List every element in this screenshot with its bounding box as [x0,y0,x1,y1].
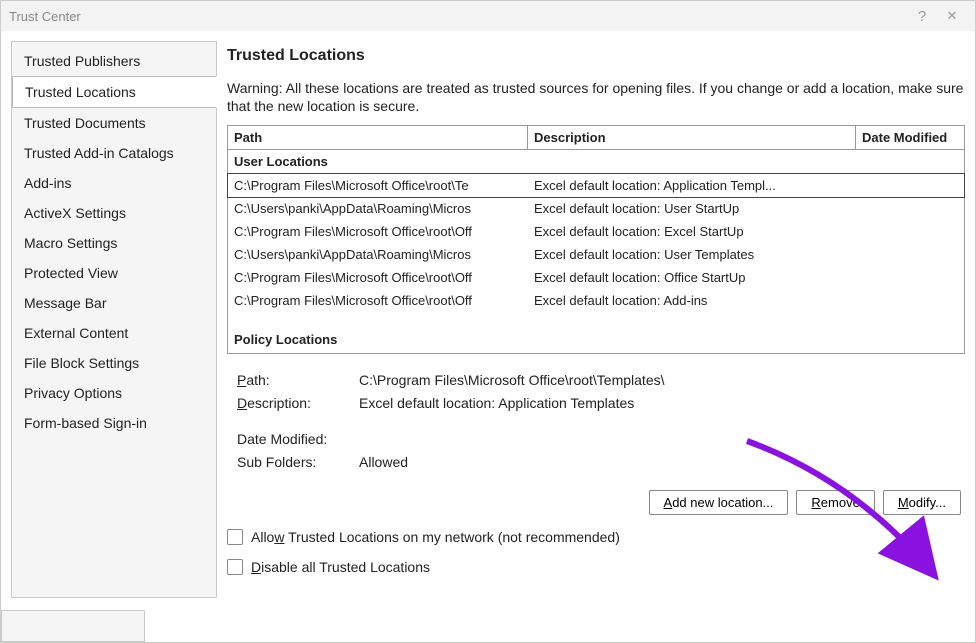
cell-path: C:\Program Files\Microsoft Office\root\O… [234,270,534,285]
window-title: Trust Center [9,9,907,24]
detail-path-value: C:\Program Files\Microsoft Office\root\T… [359,372,965,388]
allow-network-label: Allow Trusted Locations on my network (n… [251,529,620,545]
allow-network-row: Allow Trusted Locations on my network (n… [227,525,965,545]
warning-text: Warning: All these locations are treated… [227,79,965,115]
cell-description: Excel default location: Add-ins [534,293,850,308]
btn-modify-suffix: odify... [909,495,946,510]
cell-path: C:\Program Files\Microsoft Office\root\O… [234,293,534,308]
annotation-highlight [1,610,145,642]
cell-path: C:\Users\panki\AppData\Roaming\Micros [234,201,534,216]
sidebar-item-activex-settings[interactable]: ActiveX Settings [12,198,216,228]
disable-all-checkbox[interactable] [227,559,243,575]
trust-center-dialog: Trust Center ? ✕ Trusted PublishersTrust… [0,0,976,643]
table-row[interactable]: C:\Users\panki\AppData\Roaming\MicrosExc… [228,197,964,220]
sidebar-item-macro-settings[interactable]: Macro Settings [12,228,216,258]
page-heading: Trusted Locations [227,47,965,65]
sidebar-item-trusted-publishers[interactable]: Trusted Publishers [12,46,216,76]
cell-date [850,270,958,285]
table-row[interactable]: C:\Users\panki\AppData\Roaming\MicrosExc… [228,243,964,266]
main-panel: Trusted Locations Warning: All these loc… [227,41,965,598]
help-icon[interactable]: ? [907,8,937,25]
sidebar-item-protected-view[interactable]: Protected View [12,258,216,288]
sidebar-item-message-bar[interactable]: Message Bar [12,288,216,318]
close-icon[interactable]: ✕ [937,8,967,24]
detail-description-label: Description: [237,395,357,411]
col-date-modified[interactable]: Date Modified [856,126,964,149]
group-user-locations: User Locations [228,150,964,174]
sidebar-item-trusted-locations[interactable]: Trusted Locations [12,76,217,108]
col-description[interactable]: Description [528,126,856,149]
cell-date [850,201,958,216]
detail-date-value [359,431,965,447]
sidebar-item-trusted-documents[interactable]: Trusted Documents [12,108,216,138]
sidebar-item-file-block-settings[interactable]: File Block Settings [12,348,216,378]
disable-all-label: Disable all Trusted Locations [251,559,430,575]
detail-date-label: Date Modified: [237,431,357,447]
sidebar: Trusted PublishersTrusted LocationsTrust… [11,41,217,598]
content-area: Trusted PublishersTrusted LocationsTrust… [1,31,975,610]
cell-date [850,247,958,262]
table-row[interactable]: C:\Program Files\Microsoft Office\root\O… [228,289,964,312]
table-row[interactable]: C:\Program Files\Microsoft Office\root\O… [228,266,964,289]
cell-path: C:\Program Files\Microsoft Office\root\O… [234,224,534,239]
remove-button[interactable]: Remove [796,490,874,515]
table-row[interactable]: C:\Program Files\Microsoft Office\root\O… [228,220,964,243]
detail-path-label: Path: [237,372,357,388]
sidebar-item-form-based-sign-in[interactable]: Form-based Sign-in [12,408,216,438]
cell-description: Excel default location: Excel StartUp [534,224,850,239]
sidebar-item-privacy-options[interactable]: Privacy Options [12,378,216,408]
sidebar-item-add-ins[interactable]: Add-ins [12,168,216,198]
btn-remove-suffix: emove [821,495,860,510]
table-row[interactable]: C:\Program Files\Microsoft Office\root\T… [227,173,965,198]
add-new-location-button[interactable]: Add new location... [649,490,789,515]
sidebar-item-trusted-add-in-catalogs[interactable]: Trusted Add-in Catalogs [12,138,216,168]
modify-button[interactable]: Modify... [883,490,961,515]
locations-table: Path Description Date Modified User Loca… [227,125,965,354]
cell-path: C:\Program Files\Microsoft Office\root\T… [234,178,534,193]
titlebar: Trust Center ? ✕ [1,1,975,31]
cell-description: Excel default location: Office StartUp [534,270,850,285]
btn-add-suffix: dd new location... [672,495,773,510]
detail-description-value: Excel default location: Application Temp… [359,395,965,411]
sidebar-item-external-content[interactable]: External Content [12,318,216,348]
detail-subfolders-value: Allowed [359,454,965,470]
cell-description: Excel default location: User StartUp [534,201,850,216]
cell-date [850,224,958,239]
group-policy-locations: Policy Locations [228,312,964,353]
cell-description: Excel default location: Application Temp… [534,178,850,193]
disable-all-row: Disable all Trusted Locations [227,555,965,575]
col-path[interactable]: Path [228,126,528,149]
cell-date [850,293,958,308]
cell-path: C:\Users\panki\AppData\Roaming\Micros [234,247,534,262]
detail-subfolders-label: Sub Folders: [237,454,357,470]
selected-location-details: Path: C:\Program Files\Microsoft Office\… [227,372,965,470]
allow-network-checkbox[interactable] [227,529,243,545]
button-row: Add new location... Remove Modify... [227,490,965,515]
cell-description: Excel default location: User Templates [534,247,850,262]
table-header: Path Description Date Modified [228,126,964,150]
cell-date [850,178,958,193]
